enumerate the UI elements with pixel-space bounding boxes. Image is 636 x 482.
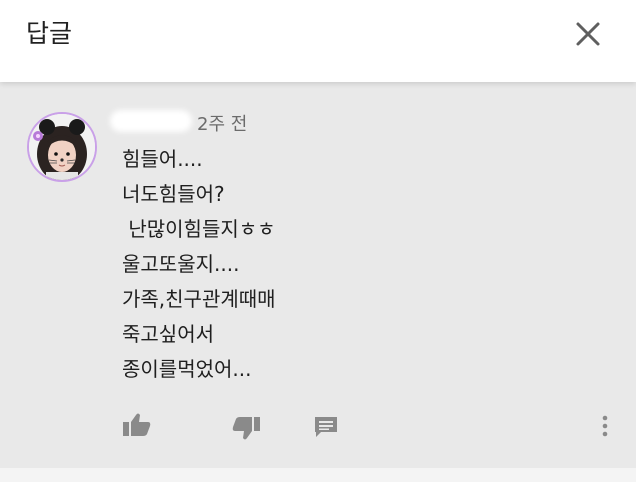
comment-line: 힘들어.... xyxy=(122,147,203,171)
dialog-header: 답글 xyxy=(0,0,636,82)
more-vert-icon xyxy=(602,415,608,437)
comment-line: 울고또울지.... xyxy=(122,252,240,276)
more-options-button[interactable] xyxy=(596,412,614,442)
close-icon xyxy=(576,22,600,46)
close-button[interactable] xyxy=(570,16,606,52)
user-avatar[interactable] xyxy=(27,112,97,182)
comment-line: 너도힘들어? xyxy=(122,182,225,206)
avatar-image xyxy=(29,114,95,180)
comment-line: 난많이힘들지ㅎㅎ xyxy=(122,217,276,241)
bottom-divider xyxy=(0,468,636,482)
like-button[interactable] xyxy=(122,412,152,438)
header-title: 답글 xyxy=(26,19,73,48)
thumbs-up-icon xyxy=(123,413,151,436)
comment-line: 죽고싶어서 xyxy=(122,322,214,346)
comment-text: 힘들어.... 너도힘들어? 난많이힘들지ㅎㅎ 울고또울지.... 가족,친구관… xyxy=(122,142,276,387)
comment-timestamp: 2주 전 xyxy=(197,114,248,135)
thumbs-down-icon xyxy=(232,417,260,440)
comment-line: 가족,친구관계때매 xyxy=(122,287,276,311)
reply-comment: 2주 전 힘들어.... 너도힘들어? 난많이힘들지ㅎㅎ 울고또울지.... 가… xyxy=(0,82,636,468)
dislike-button[interactable] xyxy=(231,415,261,441)
username-redacted xyxy=(110,110,192,132)
comment-line: 종이를먹었어... xyxy=(122,357,252,381)
reply-icon xyxy=(315,417,337,437)
reply-button[interactable] xyxy=(313,415,339,439)
